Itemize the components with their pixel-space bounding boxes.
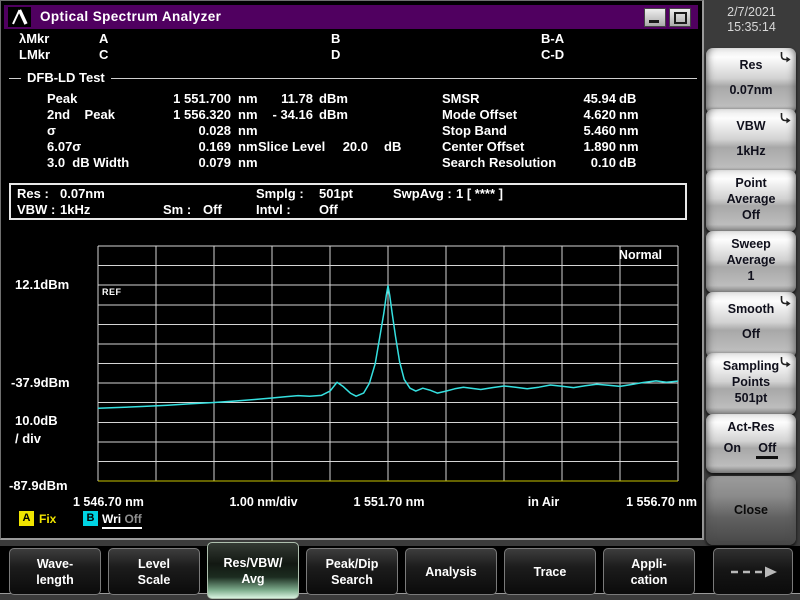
mode-offset-row: Mode Offset 4.620 nm	[442, 107, 692, 123]
marker-c-d: C-D	[541, 47, 564, 62]
sigma-row: σ 0.028 nm	[47, 123, 447, 139]
marker-b-a: B-A	[541, 31, 564, 46]
maximize-icon	[674, 12, 687, 24]
peak-row: Peak 1 551.700 nm 11.78 dBm	[47, 91, 447, 107]
menu-more-button[interactable]	[713, 548, 793, 595]
res-button[interactable]: Res 0.07nm	[706, 48, 796, 114]
minimize-button[interactable]	[644, 8, 666, 27]
swpavg-value: 1 [ **** ]	[456, 186, 503, 201]
menu-analysis[interactable]: Analysis	[405, 548, 497, 595]
second-peak-row: 2nd Peak 1 556.320 nm - 34.16 dBm	[47, 107, 447, 123]
smplg-label: Smplg :	[256, 186, 304, 201]
title-bar: Optical Spectrum Analyzer	[4, 5, 698, 29]
six-sigma-row: 6.07σ 0.169 nm Slice Level 20.0 dB	[47, 139, 447, 155]
menu-peak-dip-search[interactable]: Peak/Dip Search	[306, 548, 398, 595]
slice-level-unit: dB	[384, 139, 401, 154]
smooth-button[interactable]: Smooth Off	[706, 292, 796, 358]
sm-value: Off	[203, 202, 222, 217]
trace-b-mode: Wri	[102, 512, 121, 526]
trace-b-status: Wri Off	[102, 512, 142, 529]
slice-level-value: 20.0	[338, 139, 368, 154]
ref-line-label: REF	[102, 287, 122, 297]
swpavg-label: SwpAvg :	[393, 186, 452, 201]
y-mid-level-label: -37.9dBm	[11, 375, 70, 390]
menu-res-vbw-avg[interactable]: Res/VBW/ Avg	[207, 542, 299, 599]
res-value: 0.07nm	[60, 186, 105, 201]
minimize-icon	[649, 20, 659, 23]
menu-level-scale[interactable]: Level Scale	[108, 548, 200, 595]
level-marker-label: LMkr	[19, 47, 50, 62]
submenu-hook-arrow-icon	[778, 295, 792, 308]
marker-b[interactable]: B	[331, 31, 340, 46]
anritsu-logo-icon	[8, 7, 31, 27]
date-display: 2/7/2021	[703, 5, 800, 19]
y-bottom-level-label: -87.9dBm	[9, 478, 68, 493]
sweep-settings-box: Res : 0.07nm Smplg : 501pt SwpAvg : 1 [ …	[9, 183, 687, 220]
intvl-value: Off	[319, 202, 338, 217]
trace-a-badge[interactable]: A	[19, 511, 34, 526]
marker-c[interactable]: C	[99, 47, 108, 62]
x-medium-label: in Air	[506, 495, 581, 509]
vbw-button[interactable]: VBW 1kHz	[706, 109, 796, 175]
marker-a[interactable]: A	[99, 31, 108, 46]
slice-level-label: Slice Level	[258, 139, 325, 154]
trace-b-state: Off	[124, 512, 141, 526]
submenu-hook-arrow-icon	[778, 112, 792, 125]
act-res-off-option[interactable]: Off	[756, 441, 778, 459]
close-button[interactable]: Close	[706, 476, 796, 545]
submenu-hook-arrow-icon	[778, 51, 792, 64]
sampling-points-button[interactable]: Sampling Points 501pt	[706, 353, 796, 415]
trace-b-badge[interactable]: B	[83, 511, 98, 526]
submenu-hook-arrow-icon	[778, 356, 792, 369]
y-ref-level-label: 12.1dBm	[15, 277, 69, 292]
menu-application[interactable]: Appli- cation	[603, 548, 695, 595]
spectrum-plot[interactable]: REF Normal	[98, 246, 678, 481]
x-stop-label: 1 556.70 nm	[601, 495, 697, 509]
time-display: 15:35:14	[703, 20, 800, 34]
sm-label: Sm :	[163, 202, 191, 217]
vbw-label: VBW :	[17, 202, 55, 217]
marker-d[interactable]: D	[331, 47, 340, 62]
spectrum-plot-svg	[98, 246, 678, 481]
vbw-value: 1kHz	[60, 202, 90, 217]
smplg-value: 501pt	[319, 186, 353, 201]
point-average-button[interactable]: Point Average Off	[706, 170, 796, 232]
act-res-on-option[interactable]: On	[724, 441, 741, 459]
trace-status-bar: A Fix B Wri Off	[1, 511, 701, 529]
sweep-average-button[interactable]: Sweep Average 1	[706, 231, 796, 293]
y-scale-label: 10.0dB	[15, 413, 58, 428]
dashed-right-arrow-icon	[721, 563, 785, 581]
trace-mode-label: Normal	[619, 248, 662, 262]
stop-band-row: Stop Band 5.460 nm	[442, 123, 692, 139]
smsr-row: SMSR 45.94 dB	[442, 91, 692, 107]
intvl-label: Intvl :	[256, 202, 291, 217]
x-scale-label: 1.00 nm/div	[206, 495, 321, 509]
maximize-button[interactable]	[669, 8, 691, 27]
act-res-button[interactable]: Act-Res On Off	[706, 414, 796, 473]
menu-trace[interactable]: Trace	[504, 548, 596, 595]
wavelength-marker-label: λMkr	[19, 31, 49, 46]
x-start-label: 1 546.70 nm	[73, 495, 144, 509]
analysis-title: DFB-LD Test	[21, 70, 111, 85]
center-offset-row: Center Offset 1.890 nm	[442, 139, 692, 155]
db-width-row: 3.0 dB Width 0.079 nm	[47, 155, 447, 171]
x-center-label: 1 551.70 nm	[333, 495, 445, 509]
osa-window: Optical Spectrum Analyzer λMkr A B B-A L…	[0, 0, 704, 540]
search-resolution-row: Search Resolution 0.10 dB	[442, 155, 692, 171]
window-title: Optical Spectrum Analyzer	[40, 9, 221, 24]
menu-wavelength[interactable]: Wave- length	[9, 548, 101, 595]
y-scale-label-2: / div	[15, 431, 41, 446]
res-label: Res :	[17, 186, 49, 201]
trace-a-mode: Fix	[39, 512, 56, 526]
analysis-separator	[9, 78, 697, 79]
